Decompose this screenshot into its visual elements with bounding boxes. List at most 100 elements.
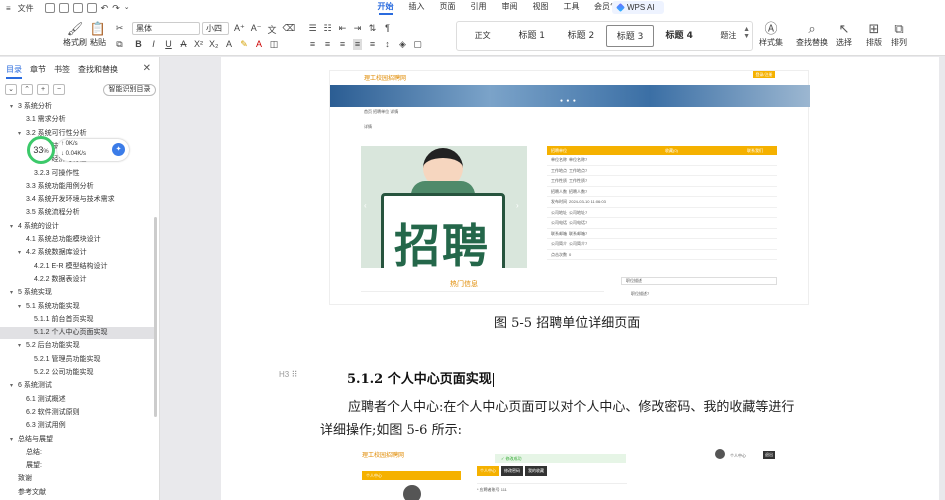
- caret-down-icon[interactable]: ▾: [18, 247, 26, 259]
- font-size-select[interactable]: 小四: [202, 22, 229, 35]
- sort-icon[interactable]: ⇅: [368, 23, 377, 34]
- expand-icon[interactable]: ⌃: [21, 84, 33, 95]
- close-icon[interactable]: ✕: [143, 63, 151, 74]
- caret-down-icon[interactable]: ▾: [10, 434, 18, 446]
- hamburger-icon[interactable]: ≡: [6, 4, 11, 13]
- network-speed-widget[interactable]: 33% ↑ 0K/s ↓ 0.04K/s ✦: [27, 136, 129, 164]
- undo-icon[interactable]: ↶: [101, 3, 109, 14]
- style-heading-3[interactable]: 标题 3: [606, 25, 654, 47]
- toc-item[interactable]: ▾ 4 系统的设计: [0, 221, 156, 233]
- select-button[interactable]: ↖ 选择: [832, 20, 856, 48]
- toc-item[interactable]: 5.2.2 公司功能实现: [0, 367, 156, 379]
- panel-tab-find[interactable]: 查找和替换: [78, 64, 118, 79]
- subscript-icon[interactable]: X₂: [209, 39, 219, 50]
- toc-item[interactable]: 参考文献: [0, 487, 156, 499]
- toc-item[interactable]: ▾ 3 系统分析: [0, 101, 156, 113]
- toc-item[interactable]: ▾ 5.1 系统功能实现: [0, 301, 156, 313]
- caret-down-icon[interactable]: ▾: [10, 380, 18, 392]
- tab-references[interactable]: 引用: [463, 1, 494, 15]
- toc-item[interactable]: 3.5 系统流程分析: [0, 207, 156, 219]
- caret-down-icon[interactable]: ▾: [10, 221, 18, 233]
- strikethrough-icon[interactable]: A: [179, 39, 188, 50]
- align-center-icon[interactable]: ≡: [323, 39, 332, 50]
- phonetic-icon[interactable]: 文: [268, 23, 277, 36]
- caret-down-icon[interactable]: ▾: [18, 301, 26, 313]
- bullet-list-icon[interactable]: ☰: [308, 23, 317, 34]
- line-spacing-icon[interactable]: ↕: [383, 39, 392, 50]
- toc-item[interactable]: 5.1.2 个人中心页面实现: [0, 327, 156, 340]
- bold-icon[interactable]: B: [134, 39, 143, 50]
- style-heading-2[interactable]: 标题 2: [557, 25, 604, 47]
- copy-icon[interactable]: ⧉: [115, 39, 124, 50]
- toc-item[interactable]: 展望:: [0, 460, 156, 472]
- tab-view[interactable]: 视图: [525, 1, 556, 15]
- increase-indent-icon[interactable]: ⇥: [353, 23, 362, 34]
- remove-icon[interactable]: −: [53, 84, 65, 95]
- shrink-font-icon[interactable]: A⁻: [251, 23, 262, 36]
- shading-icon[interactable]: ◈: [398, 39, 407, 50]
- distribute-icon[interactable]: ≡: [368, 39, 377, 50]
- style-more-icon[interactable]: ▲ ▼: [743, 26, 750, 40]
- italic-icon[interactable]: I: [149, 39, 158, 50]
- toc-item[interactable]: 4.2.2 数据表设计: [0, 274, 156, 286]
- toc-item[interactable]: ▾ 总结与展望: [0, 434, 156, 446]
- speed-boost-icon[interactable]: ✦: [112, 143, 125, 156]
- toc-item[interactable]: 3.4 系统开发环境与技术需求: [0, 194, 156, 206]
- toc-item[interactable]: 6.3 测试用例: [0, 420, 156, 432]
- save-icon[interactable]: [86, 2, 97, 13]
- caret-down-icon[interactable]: ▾: [18, 340, 26, 352]
- toc-item[interactable]: 4.2.1 E-R 模型结构设计: [0, 261, 156, 273]
- align-left-icon[interactable]: ≡: [308, 39, 317, 50]
- text-effect-icon[interactable]: A: [225, 39, 234, 50]
- chevron-down-icon[interactable]: ⌄: [124, 3, 130, 14]
- char-border-icon[interactable]: ◫: [270, 39, 279, 50]
- justify-icon[interactable]: ≡: [353, 39, 362, 50]
- clear-format-icon[interactable]: ⌫: [283, 23, 296, 36]
- add-icon[interactable]: +: [37, 84, 49, 95]
- toc-item[interactable]: 3.2.3 可操作性: [0, 168, 156, 180]
- toc-item[interactable]: 3.3 系统功能用例分析: [0, 181, 156, 193]
- section-heading[interactable]: 5.1.2 个人中心页面实现: [347, 368, 494, 387]
- layout-button[interactable]: ⊞ 排版: [862, 20, 886, 48]
- tab-tools[interactable]: 工具: [556, 1, 587, 15]
- style-heading-4[interactable]: 标题 4: [656, 25, 703, 47]
- open-folder-icon[interactable]: [58, 2, 69, 13]
- style-set-button[interactable]: Ⓐ 样式集: [757, 20, 785, 48]
- grow-font-icon[interactable]: A⁺: [234, 23, 245, 36]
- tab-page[interactable]: 页面: [432, 1, 463, 15]
- smart-toc-button[interactable]: 智能识别目录: [103, 84, 156, 96]
- caret-down-icon[interactable]: ▾: [10, 101, 18, 113]
- new-doc-icon[interactable]: [44, 2, 55, 13]
- toc-item[interactable]: ▾ 4.2 系统数据库设计: [0, 247, 156, 259]
- toc-item[interactable]: 4.1 系统总功能模块设计: [0, 234, 156, 246]
- toc-item[interactable]: ▾ 5 系统实现: [0, 287, 156, 299]
- document-page[interactable]: 理工校园招聘网 登录/注册 ● ● ● 首页 招聘单位 详情 详情 招聘 ‹ ›…: [221, 57, 939, 500]
- caret-down-icon[interactable]: ▾: [10, 287, 18, 299]
- toc-item[interactable]: 6.1 测试概述: [0, 394, 156, 406]
- show-marks-icon[interactable]: ¶: [383, 23, 392, 34]
- font-name-select[interactable]: 黑体: [132, 22, 200, 35]
- border-icon[interactable]: ▢: [413, 39, 422, 50]
- toc-item[interactable]: 5.1.1 前台首页实现: [0, 314, 156, 326]
- redo-icon[interactable]: ↷: [112, 3, 120, 14]
- style-body[interactable]: 正文: [459, 25, 506, 47]
- panel-scrollbar[interactable]: [154, 217, 157, 417]
- decrease-indent-icon[interactable]: ⇤: [338, 23, 347, 34]
- paste-button[interactable]: 📋 粘贴: [80, 20, 116, 48]
- highlight-icon[interactable]: ✎: [240, 39, 249, 50]
- style-heading-1[interactable]: 标题 1: [508, 25, 555, 47]
- panel-tab-toc[interactable]: 目录: [6, 64, 22, 79]
- find-replace-button[interactable]: ⌕ 查找替换: [795, 20, 829, 48]
- caret-down-icon[interactable]: ▾: [18, 128, 26, 140]
- superscript-icon[interactable]: X²: [194, 39, 203, 50]
- tab-home[interactable]: 开始: [370, 1, 401, 15]
- toc-item[interactable]: 5.2.1 管理员功能实现: [0, 354, 156, 366]
- panel-tab-bookmark[interactable]: 书签: [54, 64, 70, 79]
- align-right-icon[interactable]: ≡: [338, 39, 347, 50]
- toc-item[interactable]: 总结:: [0, 447, 156, 459]
- wps-ai-button[interactable]: WPS AI: [612, 1, 664, 14]
- toc-item[interactable]: 3.1 需求分析: [0, 114, 156, 126]
- toc-item[interactable]: ▾ 5.2 后台功能实现: [0, 340, 156, 352]
- panel-tab-chapter[interactable]: 章节: [30, 64, 46, 79]
- heading-level-marker[interactable]: H3 ⠿: [279, 370, 297, 379]
